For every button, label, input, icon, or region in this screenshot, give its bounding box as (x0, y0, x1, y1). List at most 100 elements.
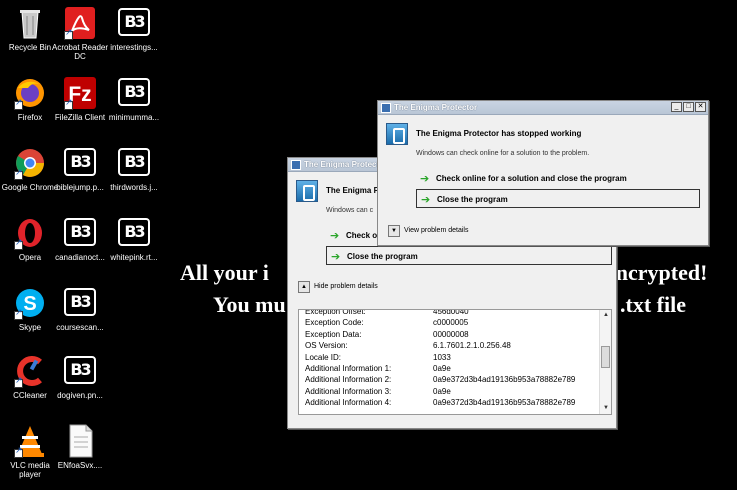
svg-text:S: S (23, 293, 36, 315)
dialog-subtext: Windows can c (326, 207, 374, 214)
ransom-line1-left: All your i (180, 260, 269, 285)
hide-details-toggle[interactable]: ▲ Hide problem details (298, 281, 378, 293)
b3-file-icon: B3 (116, 76, 152, 110)
shortcut-arrow-icon (64, 29, 73, 40)
document-icon (62, 424, 98, 458)
detail-key: Additional Information 2: (305, 375, 392, 385)
detail-value: c0000005 (433, 318, 469, 328)
app-title-icon (291, 160, 301, 170)
desktop-icon-enfoasvx[interactable]: ENfoaSvx.... (50, 424, 110, 470)
desktop-icon-label: minimumma... (108, 113, 160, 122)
problem-details-box[interactable]: Exception Offset: 456d0040 Exception Code… (298, 309, 612, 415)
b3-file-icon: B3 (62, 216, 98, 250)
detail-row: Locale ID: 1033 (299, 352, 599, 363)
detail-key: Locale ID: (305, 352, 342, 362)
detail-row: Additional Information 2: 0a9e372d3b4ad19… (299, 374, 599, 385)
view-details-toggle[interactable]: ▼ View problem details (388, 225, 468, 237)
shortcut-arrow-icon (14, 447, 23, 458)
desktop-icon-label: Acrobat Reader DC (51, 43, 109, 61)
window-title: The Enigma Protector (304, 160, 388, 169)
shortcut-arrow-icon (14, 377, 23, 388)
crash-dialog-front[interactable]: The Enigma Protector _ □ ✕ The Enigma Pr… (377, 100, 709, 246)
desktop-icon-acrobat[interactable]: Acrobat Reader DC (50, 6, 110, 61)
maximize-icon[interactable]: □ (683, 102, 694, 112)
skype-icon: S (12, 286, 48, 320)
window-controls: _ □ ✕ (671, 102, 706, 112)
check-online-option[interactable]: ➔ Check online for a solution and close … (416, 169, 706, 188)
detail-value: 0a9e (433, 363, 451, 373)
option-label: Close the program (347, 252, 418, 261)
desktop-icon-biblejump[interactable]: B3 biblejump.p... (50, 146, 110, 192)
firefox-icon (12, 76, 48, 110)
desktop-icon-canadianoct[interactable]: B3 canadianoct... (50, 216, 110, 262)
green-arrow-icon: ➔ (331, 250, 341, 263)
close-icon[interactable]: ✕ (695, 102, 706, 112)
b3-file-icon: B3 (62, 286, 98, 320)
enigma-app-icon (296, 180, 318, 202)
detail-key: Additional Information 4: (305, 398, 392, 408)
minimize-icon[interactable]: _ (671, 102, 682, 112)
shortcut-arrow-icon (14, 239, 23, 250)
chevron-down-icon: ▼ (388, 225, 400, 237)
recycle-bin-icon (12, 6, 48, 40)
vertical-scrollbar[interactable]: ▲ ▼ (599, 310, 611, 414)
detail-row: Exception Data: 00000008 (299, 329, 599, 340)
desktop-icon-label: ENfoaSvx.... (57, 461, 103, 470)
option-label: Close the program (437, 195, 508, 204)
app-title-icon (381, 103, 391, 113)
desktop-icon-label: thirdwords.j... (110, 183, 158, 192)
chevron-up-icon: ▲ (298, 281, 310, 293)
desktop-icon-label: whitepink.rt... (110, 253, 158, 262)
green-arrow-icon: ➔ (330, 229, 340, 242)
scroll-thumb[interactable] (601, 346, 610, 368)
detail-row: Additional Information 3: 0a9e (299, 386, 599, 397)
close-program-option[interactable]: ➔ Close the program (326, 246, 612, 265)
scroll-down-icon[interactable]: ▼ (600, 403, 611, 414)
problem-details-list: Exception Offset: 456d0040 Exception Code… (299, 309, 599, 409)
desktop-icon-label: interestings... (110, 43, 158, 52)
dialog-header: The Enigma Protector has stopped working (378, 115, 708, 145)
b3-file-icon: B3 (116, 6, 152, 40)
desktop-icon-coursescan[interactable]: B3 coursescan... (50, 286, 110, 332)
enigma-app-icon (386, 123, 408, 145)
opera-icon (12, 216, 48, 250)
detail-key: Exception Data: (305, 329, 362, 339)
detail-value: 0a9e372d3b4ad19136b953a78882e789 (433, 398, 576, 408)
chrome-icon (12, 146, 48, 180)
scroll-up-icon[interactable]: ▲ (600, 310, 611, 321)
detail-key: Additional Information 1: (305, 363, 392, 373)
desktop-icon-interestings[interactable]: B3 interestings... (104, 6, 164, 52)
ccleaner-icon (12, 354, 48, 388)
close-program-option[interactable]: ➔ Close the program (416, 189, 700, 208)
detail-row: Additional Information 4: 0a9e372d3b4ad19… (299, 397, 599, 408)
detail-row: Exception Offset: 456d0040 (299, 309, 599, 317)
dialog-heading: The Enigma Protector has stopped working (416, 129, 582, 138)
toggle-label: Hide problem details (314, 283, 378, 290)
ransom-line2-right: .txt file (620, 292, 686, 317)
title-bar[interactable]: The Enigma Protector _ □ ✕ (378, 101, 708, 115)
desktop-icon-minimumma[interactable]: B3 minimumma... (104, 76, 164, 122)
ransom-line1-right: encrypted! (606, 260, 708, 285)
vlc-icon (12, 424, 48, 458)
shortcut-arrow-icon (64, 99, 73, 110)
option-label: Check o (346, 231, 378, 240)
desktop-icon-dogiven[interactable]: B3 dogiven.pn... (50, 354, 110, 400)
detail-row: Exception Code: c0000005 (299, 317, 599, 328)
detail-key: Exception Offset: (305, 309, 366, 316)
desktop-icon-thirdwords[interactable]: B3 thirdwords.j... (104, 146, 164, 192)
desktop-icon-label: FileZilla Client (54, 113, 106, 122)
b3-file-icon: B3 (62, 354, 98, 388)
detail-key: Additional Information 3: (305, 386, 392, 396)
b3-file-icon: B3 (116, 216, 152, 250)
detail-value: 6.1.7601.2.1.0.256.48 (433, 341, 511, 351)
acrobat-icon (62, 6, 98, 40)
detail-key: OS Version: (305, 341, 348, 351)
green-arrow-icon: ➔ (421, 193, 431, 206)
detail-value: 1033 (433, 352, 451, 362)
dialog-subtext: Windows can check online for a solution … (416, 150, 590, 157)
b3-file-icon: B3 (116, 146, 152, 180)
desktop-icon-filezilla[interactable]: Fz FileZilla Client (50, 76, 110, 122)
b3-file-icon: B3 (62, 146, 98, 180)
desktop-icon-whitepink[interactable]: B3 whitepink.rt... (104, 216, 164, 262)
window-title: The Enigma Protector (394, 103, 478, 112)
